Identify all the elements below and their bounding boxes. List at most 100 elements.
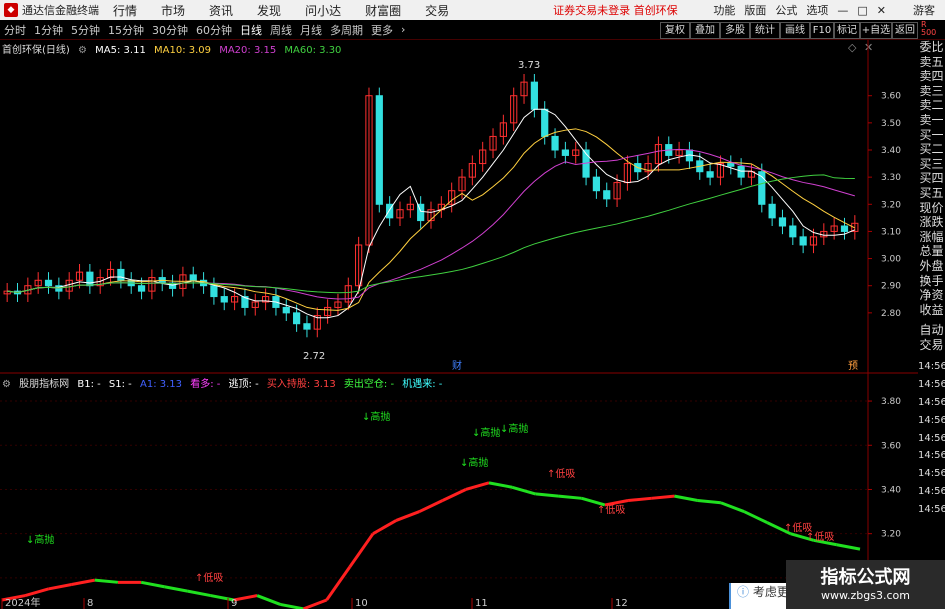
tab-weekly[interactable]: 周线 bbox=[270, 22, 292, 38]
time-label-5: 14:56 bbox=[918, 450, 945, 462]
side-item-4[interactable]: 卖二 bbox=[918, 98, 945, 113]
diejia-button[interactable]: 叠加 bbox=[690, 22, 720, 39]
chevron-right-icon[interactable]: › bbox=[401, 23, 405, 36]
main-tick-label-3: 3.10 bbox=[881, 227, 901, 237]
time-label-2: 14:56 bbox=[918, 397, 945, 409]
candle bbox=[262, 288, 270, 311]
side-item-3[interactable]: 卖三 bbox=[918, 84, 945, 99]
side-item-13[interactable]: 涨幅 bbox=[918, 230, 945, 245]
menu-gongneng[interactable]: 功能 bbox=[713, 2, 735, 18]
menu-wenxiaoda[interactable]: 问小达 bbox=[305, 2, 341, 19]
menu-banmian[interactable]: 版面 bbox=[744, 2, 766, 18]
indicator-segment bbox=[164, 585, 188, 593]
f10-button[interactable]: F10 bbox=[810, 22, 834, 39]
quote-side-panel: 委比 卖五 卖四 卖三 卖二 卖一 买一 买二 买三 买四 买五 现价 涨跌 涨幅 总量 外盘 换手 净资 收益自动… bbox=[918, 40, 945, 609]
candle bbox=[251, 293, 259, 316]
candle bbox=[479, 141, 487, 172]
main-tick-label-2: 3.00 bbox=[881, 255, 901, 265]
x-label-0: 2024年 bbox=[5, 596, 40, 609]
main-tick-label-4: 3.20 bbox=[881, 200, 901, 210]
indicator-segment bbox=[71, 578, 96, 586]
side-item-12[interactable]: 涨跌 bbox=[918, 215, 945, 230]
side-item-20[interactable]: 交易 bbox=[918, 338, 945, 353]
tab-60min[interactable]: 60分钟 bbox=[196, 22, 232, 38]
side-item-18[interactable]: 收益 bbox=[918, 303, 945, 318]
side-item-9[interactable]: 买四 bbox=[918, 171, 945, 186]
indicator-segment bbox=[743, 510, 768, 524]
tab-15min[interactable]: 15分钟 bbox=[108, 22, 144, 38]
guest-label[interactable]: 游客 bbox=[913, 2, 935, 18]
tab-5min[interactable]: 5分钟 bbox=[71, 22, 100, 38]
side-item-14[interactable]: 总量 bbox=[918, 244, 945, 259]
side-item-11[interactable]: 现价 bbox=[918, 201, 945, 216]
maximize-icon[interactable]: □ bbox=[857, 4, 867, 17]
tab-monthly[interactable]: 月线 bbox=[300, 22, 322, 38]
fuquan-button[interactable]: 复权 bbox=[660, 22, 690, 39]
side-item-6[interactable]: 买一 bbox=[918, 128, 945, 143]
indicator-segment bbox=[140, 580, 165, 589]
tongji-button[interactable]: 统计 bbox=[750, 22, 780, 39]
menu-zixun[interactable]: 资讯 bbox=[209, 2, 233, 19]
side-item-8[interactable]: 买三 bbox=[918, 157, 945, 172]
sub-tick-label-1: 3.20 bbox=[881, 530, 901, 540]
candle bbox=[355, 236, 363, 294]
menu-jiaoyi[interactable]: 交易 bbox=[425, 2, 449, 19]
candle bbox=[86, 264, 94, 294]
minimize-icon[interactable]: — bbox=[837, 4, 848, 17]
huaxian-button[interactable]: 画线 bbox=[780, 22, 810, 39]
menu-shichang[interactable]: 市场 bbox=[161, 2, 185, 19]
tab-daily[interactable]: 日线 bbox=[240, 22, 262, 38]
watermark-url: www.zbgs3.com bbox=[821, 589, 910, 602]
menu-xuanxiang[interactable]: 选项 bbox=[806, 2, 828, 18]
side-item-2[interactable]: 卖四 bbox=[918, 69, 945, 84]
menu-faxian[interactable]: 发现 bbox=[257, 2, 281, 19]
menu-hangqing[interactable]: 行情 bbox=[113, 2, 137, 19]
candle bbox=[489, 128, 497, 159]
login-notice[interactable]: 证券交易未登录 首创环保 bbox=[553, 2, 678, 18]
r-indicator: R 500 bbox=[921, 20, 937, 37]
tab-more[interactable]: 更多 bbox=[371, 22, 393, 38]
side-item-7[interactable]: 买二 bbox=[918, 142, 945, 157]
tab-1min[interactable]: 1分钟 bbox=[34, 22, 63, 38]
gaopao-label-4: ↓高抛 bbox=[460, 456, 488, 469]
indicator-segment bbox=[395, 510, 420, 522]
hint-popup[interactable]: ⓘ 考虑更 bbox=[729, 583, 789, 609]
candle bbox=[499, 114, 507, 145]
candle bbox=[365, 87, 373, 254]
biaoji-button[interactable]: 标记 bbox=[834, 22, 860, 39]
time-label-8: 14:56 bbox=[918, 503, 945, 515]
side-item-5[interactable]: 卖一 bbox=[918, 113, 945, 128]
duogu-button[interactable]: 多股 bbox=[720, 22, 750, 39]
side-item-15[interactable]: 外盘 bbox=[918, 259, 945, 274]
candle bbox=[675, 141, 683, 164]
x-label-3: 10 bbox=[355, 598, 368, 609]
main-tick-label-5: 3.30 bbox=[881, 173, 901, 183]
side-item-0[interactable]: 委比 bbox=[918, 40, 945, 55]
back-button[interactable]: 返回 bbox=[892, 22, 918, 39]
candle bbox=[448, 182, 456, 213]
side-item-16[interactable]: 换手 bbox=[918, 274, 945, 289]
time-label-7: 14:56 bbox=[918, 486, 945, 498]
high-label: 3.73 bbox=[518, 60, 540, 71]
candle bbox=[375, 87, 383, 213]
side-item-19[interactable]: 自动 bbox=[918, 323, 945, 338]
chart-area[interactable]: 2.80 2.90 3.00 3.10 3.20 3.30 3.40 3.50 3.60 3.0… bbox=[0, 40, 918, 609]
side-item-1[interactable]: 卖五 bbox=[918, 55, 945, 70]
tab-multi-period[interactable]: 多周期 bbox=[330, 22, 363, 38]
side-item-17[interactable]: 净资 bbox=[918, 288, 945, 303]
yu-marker: 预 bbox=[848, 360, 858, 372]
candlestick-series bbox=[3, 74, 859, 338]
candle bbox=[716, 155, 725, 186]
tab-fenshi[interactable]: 分时 bbox=[4, 22, 26, 38]
main-tick-label-8: 3.60 bbox=[881, 92, 901, 102]
tab-30min[interactable]: 30分钟 bbox=[152, 22, 188, 38]
indicator-segment bbox=[441, 488, 467, 502]
low-label: 2.72 bbox=[303, 351, 325, 362]
side-item-10[interactable]: 买五 bbox=[918, 186, 945, 201]
indicator-segment bbox=[48, 583, 72, 591]
menu-gongshi[interactable]: 公式 bbox=[775, 2, 797, 18]
close-icon[interactable]: ✕ bbox=[877, 4, 886, 17]
indicator-segment bbox=[581, 496, 606, 507]
menu-caifuquan[interactable]: 财富圈 bbox=[365, 2, 401, 19]
add-watchlist-button[interactable]: +自选 bbox=[860, 22, 892, 39]
